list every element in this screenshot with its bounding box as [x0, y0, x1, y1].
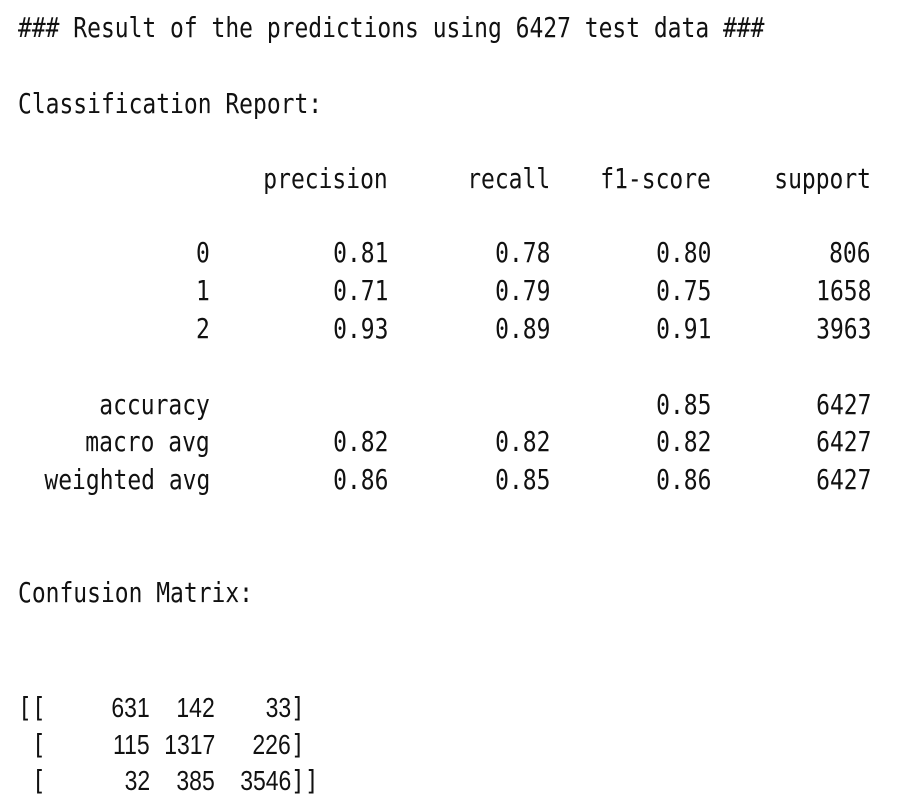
support-value: 806	[829, 236, 871, 269]
matrix-cell: 142	[176, 692, 215, 723]
matrix-cell: 1317	[163, 729, 215, 760]
support-value: 1658	[815, 274, 871, 307]
matrix-close-bracket: ]	[291, 728, 305, 761]
report-row-weighted-avg: weighted avg 0.86 0.85 0.86 6427	[0, 461, 898, 499]
row-label: 0	[196, 236, 210, 269]
matrix-cell: 3546	[239, 765, 291, 796]
row-label: macro avg	[85, 425, 210, 458]
f1-score-value: 0.75	[655, 274, 711, 307]
console-output: ### Result of the predictions using 6427…	[0, 0, 898, 802]
matrix-cell: 32	[124, 765, 150, 796]
recall-value: 0.79	[494, 274, 550, 307]
confusion-matrix-row-1: [ 115 1317 226 ]	[18, 726, 318, 764]
report-row-class-0: 0 0.81 0.78 0.80 806	[0, 234, 898, 272]
matrix-cell: 226	[252, 729, 291, 760]
matrix-close-bracket: ]]	[291, 764, 319, 797]
f1-score-value: 0.82	[655, 425, 711, 458]
matrix-open-bracket: [	[18, 728, 46, 761]
precision-value: 0.82	[332, 425, 388, 458]
matrix-close-bracket: ]	[291, 691, 305, 724]
f1-score-value: 0.91	[655, 312, 711, 345]
result-title: ### Result of the predictions using 6427…	[18, 11, 765, 44]
row-label: 2	[196, 312, 210, 345]
matrix-cell: 115	[113, 729, 150, 760]
recall-value: 0.78	[494, 236, 550, 269]
report-row-class-1: 1 0.71 0.79 0.75 1658	[0, 272, 898, 310]
report-row-accuracy: accuracy 0.85 6427	[0, 386, 898, 424]
precision-value: 0.71	[332, 274, 388, 307]
support-value: 6427	[815, 425, 871, 458]
classification-report-heading: Classification Report:	[18, 87, 323, 120]
precision-value: 0.93	[332, 312, 388, 345]
matrix-open-bracket: [	[18, 764, 46, 797]
report-row-class-2: 2 0.93 0.89 0.91 3963	[0, 310, 898, 348]
report-header-row: precision recall f1-score support	[0, 160, 898, 198]
matrix-open-bracket: [[	[18, 691, 46, 724]
precision-value: 0.81	[332, 236, 388, 269]
f1-score-value: 0.80	[655, 236, 711, 269]
f1-score-column-header: f1-score	[600, 162, 711, 195]
report-row-macro-avg: macro avg 0.82 0.82 0.82 6427	[0, 423, 898, 461]
matrix-cell: 33	[265, 692, 291, 723]
recall-value: 0.85	[494, 463, 550, 496]
support-value: 3963	[815, 312, 871, 345]
matrix-cell: 385	[176, 765, 215, 796]
precision-column-header: precision	[263, 162, 388, 195]
f1-score-value: 0.86	[655, 463, 711, 496]
recall-column-header: recall	[467, 162, 550, 195]
support-value: 6427	[815, 463, 871, 496]
matrix-cell: 631	[111, 692, 150, 723]
confusion-matrix-heading: Confusion Matrix:	[18, 576, 253, 609]
support-column-header: support	[774, 162, 871, 195]
confusion-matrix-row-0: [[ 631 142 33 ]	[18, 689, 318, 727]
row-label: accuracy	[99, 388, 210, 421]
recall-value: 0.82	[494, 425, 550, 458]
recall-value: 0.89	[494, 312, 550, 345]
support-value: 6427	[815, 388, 871, 421]
precision-value: 0.86	[332, 463, 388, 496]
row-label: 1	[196, 274, 210, 307]
f1-score-value: 0.85	[655, 388, 711, 421]
row-label: weighted avg	[44, 463, 210, 496]
confusion-matrix-row-2: [ 32 385 3546 ]]	[18, 762, 319, 800]
